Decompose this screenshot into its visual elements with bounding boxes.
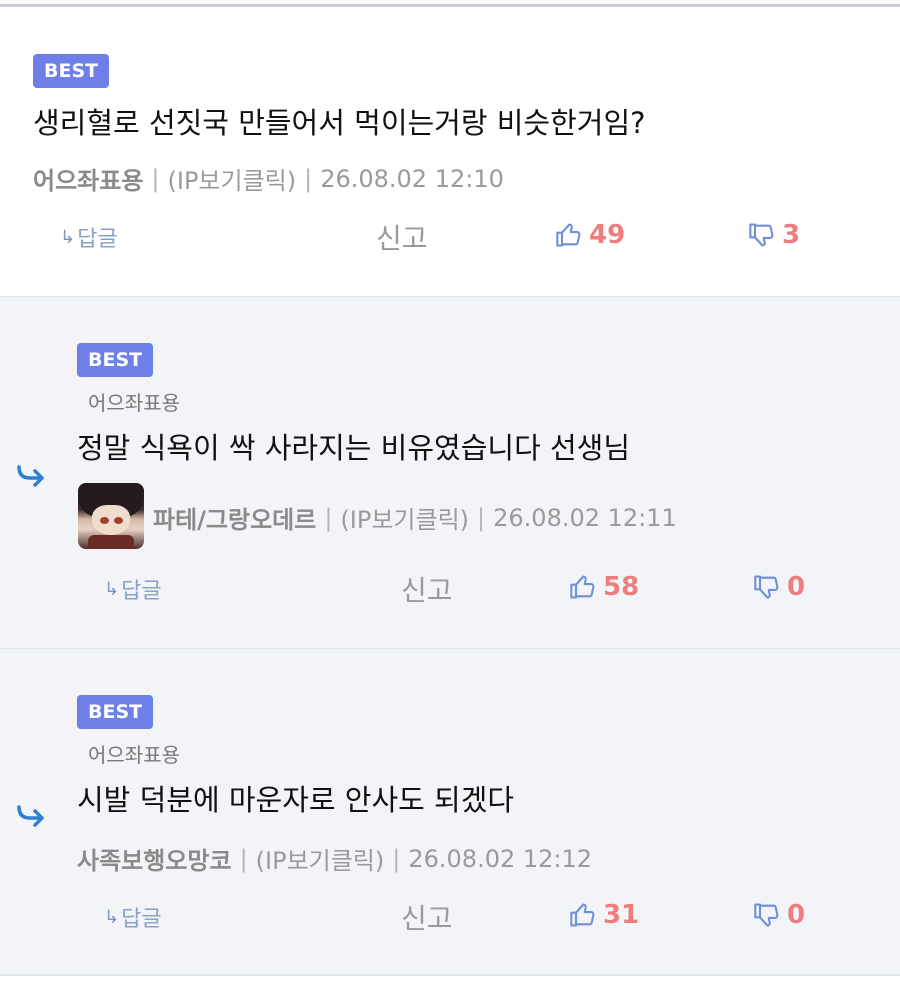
like-button[interactable]: 58 [569,572,639,602]
comment-item: BEST 어으좌표용 시발 덕분에 마운자로 안사도 되겠다 사족보행오망코 |… [0,648,900,974]
ip-link[interactable]: (IP보기클릭) [256,841,385,876]
comment-meta: 어으좌표용 | (IP보기클릭) | 26.08.02 12:10 [33,161,504,196]
thumbs-down-icon [754,575,779,599]
like-count: 49 [589,220,626,250]
like-count: 58 [603,572,640,602]
dislike-count: 0 [787,900,806,930]
report-button[interactable]: 신고 [401,897,453,937]
meta-separator: | [477,503,486,532]
parent-author-ref: 어으좌표용 [88,391,180,415]
dislike-count: 3 [782,220,801,250]
comment-meta: 사족보행오망코 | (IP보기클릭) | 26.08.02 12:12 [77,841,592,876]
reply-label: 답글 [121,907,162,932]
best-badge: BEST [33,54,110,88]
meta-separator: | [304,164,313,193]
dislike-count: 0 [787,572,806,602]
comment-item: BEST 어으좌표용 정말 식욕이 싹 사라지는 비유였습니다 선생님 파테/그… [0,296,900,648]
thumbs-up-icon [556,223,581,247]
avatar[interactable] [78,483,144,549]
ip-link[interactable]: (IP보기클릭) [168,161,297,196]
comment-body: 생리혈로 선짓국 만들어서 먹이는거랑 비슷한거임? [33,106,646,140]
ip-link[interactable]: (IP보기클릭) [340,500,469,535]
comment-meta: 파테/그랑오데르 | (IP보기클릭) | 26.08.02 12:11 [153,500,677,535]
thumbs-up-icon [570,903,595,927]
thumbs-down-icon [749,223,774,247]
reply-button[interactable]: ↳ 답글 [104,901,162,933]
meta-separator: | [324,503,333,532]
meta-separator: | [239,844,248,873]
dislike-button[interactable]: 3 [748,220,800,250]
thumbs-down-icon [754,903,779,927]
author-name[interactable]: 사족보행오망코 [77,841,232,876]
reply-arrow-icon: ↳ [60,226,76,248]
dislike-button[interactable]: 0 [753,572,805,602]
reply-indicator-icon [17,805,44,827]
meta-separator: | [151,164,160,193]
report-button[interactable]: 신고 [401,569,453,609]
author-name[interactable]: 파테/그랑오데르 [153,500,316,535]
best-badge: BEST [77,695,154,729]
parent-author-ref: 어으좌표용 [88,743,180,767]
bottom-divider [0,974,900,976]
like-button[interactable]: 31 [569,900,639,930]
like-button[interactable]: 49 [555,220,625,250]
like-count: 31 [603,900,640,930]
reply-label: 답글 [77,227,118,252]
report-button[interactable]: 신고 [376,217,428,257]
comment-body: 정말 식욕이 싹 사라지는 비유였습니다 선생님 [77,431,631,465]
best-badge: BEST [77,343,154,377]
thumbs-up-icon [570,575,595,599]
author-name[interactable]: 어으좌표용 [33,161,143,196]
reply-arrow-icon: ↳ [104,578,120,600]
comment-body: 시발 덕분에 마운자로 안사도 되겠다 [77,783,515,817]
meta-separator: | [392,844,401,873]
timestamp: 26.08.02 12:12 [408,844,593,873]
timestamp: 26.08.02 12:11 [493,503,677,532]
timestamp: 26.08.02 12:10 [320,164,504,193]
reply-indicator-icon [17,465,44,487]
reply-button[interactable]: ↳ 답글 [60,221,118,253]
reply-arrow-icon: ↳ [104,906,120,928]
comment-item: BEST 생리혈로 선짓국 만들어서 먹이는거랑 비슷한거임? 어으좌표용 | … [0,7,900,296]
reply-button[interactable]: ↳ 답글 [104,573,162,605]
reply-label: 답글 [121,579,162,604]
dislike-button[interactable]: 0 [753,900,805,930]
